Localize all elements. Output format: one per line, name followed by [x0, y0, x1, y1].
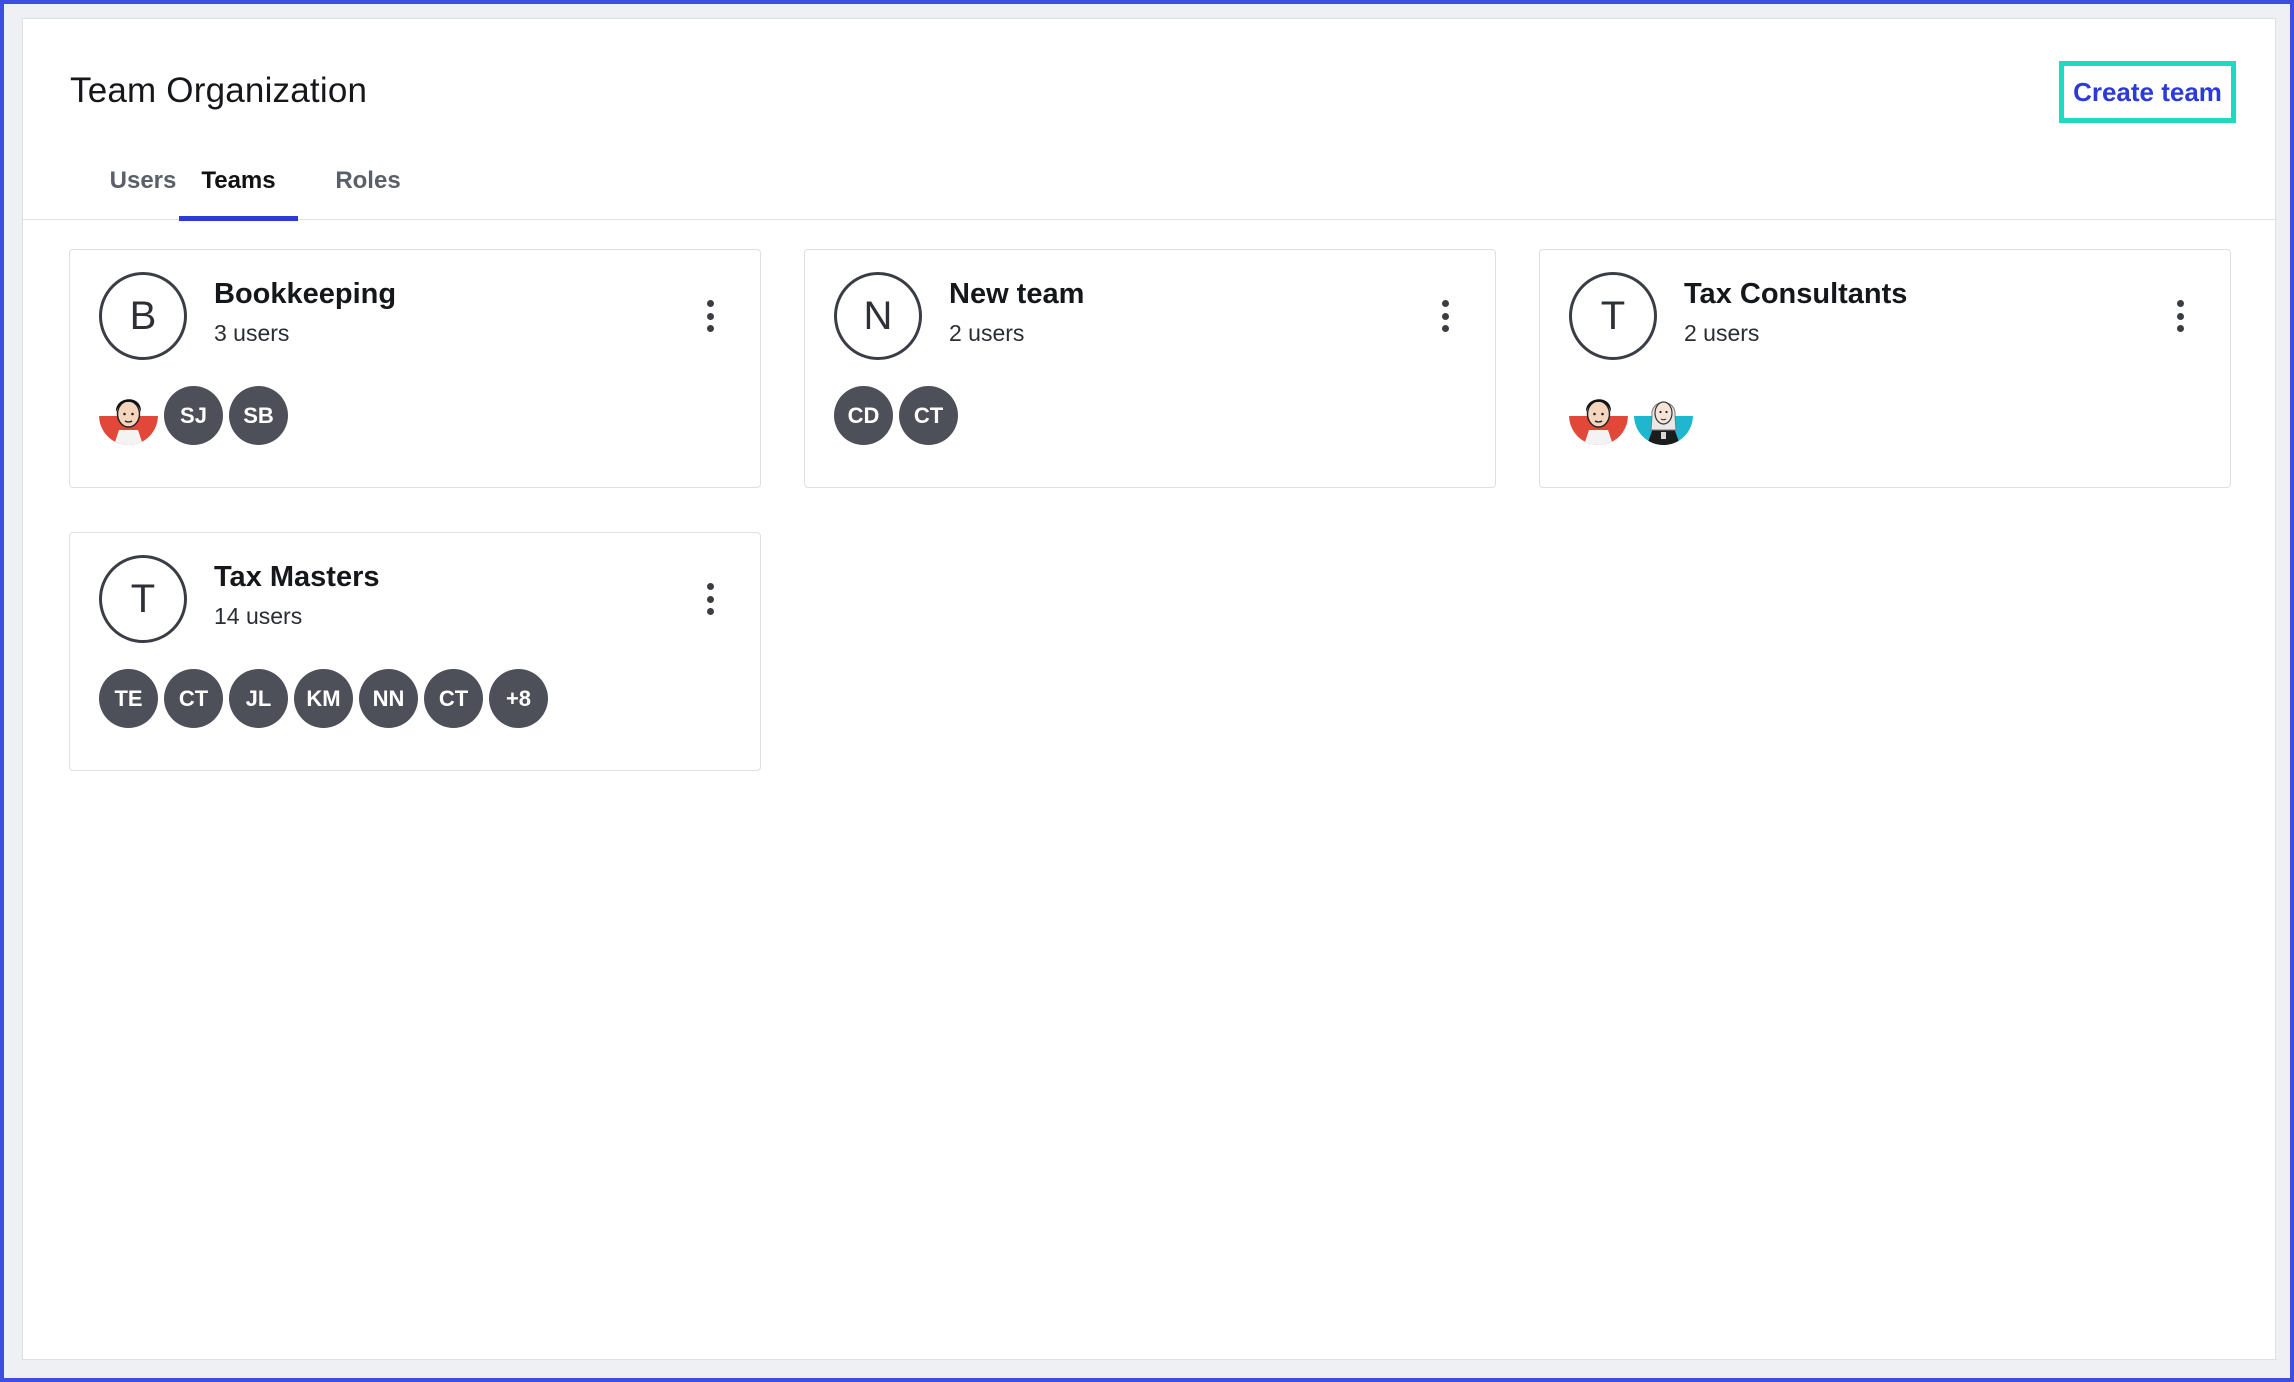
page-title: Team Organization: [70, 71, 368, 110]
member-avatar[interactable]: CT: [899, 386, 958, 445]
man-portrait-icon[interactable]: [99, 386, 158, 445]
more-options-icon[interactable]: [698, 577, 722, 621]
member-avatar[interactable]: CT: [164, 669, 223, 728]
more-options-icon[interactable]: [2168, 294, 2192, 338]
more-members-badge[interactable]: +8: [489, 669, 548, 728]
tab-label: Roles: [335, 167, 401, 194]
tab-roles[interactable]: Roles: [317, 145, 419, 220]
more-options-icon[interactable]: [698, 294, 722, 338]
member-avatars: CD CT: [834, 386, 958, 445]
tab-label: Teams: [201, 167, 276, 194]
team-card-tax-masters[interactable]: T Tax Masters 14 users TE CT JL KM NN CT…: [69, 532, 761, 771]
team-name: Tax Consultants: [1684, 278, 1908, 310]
tab-teams[interactable]: Teams: [179, 145, 298, 221]
member-avatars: TE CT JL KM NN CT +8: [99, 669, 548, 728]
team-initial-avatar: T: [1569, 272, 1657, 360]
team-card-tax-consultants[interactable]: T Tax Consultants 2 users: [1539, 249, 2231, 488]
member-avatar[interactable]: SJ: [164, 386, 223, 445]
create-team-button[interactable]: Create team: [2059, 61, 2236, 123]
team-card-new-team[interactable]: N New team 2 users CD CT: [804, 249, 1496, 488]
member-avatar[interactable]: CT: [424, 669, 483, 728]
member-avatars: [1569, 386, 1693, 445]
team-user-count: 2 users: [1684, 320, 1760, 346]
team-user-count: 2 users: [949, 320, 1025, 346]
woman-portrait-icon[interactable]: [1634, 386, 1693, 445]
member-avatar[interactable]: SB: [229, 386, 288, 445]
member-avatars: SJ SB: [99, 386, 288, 445]
member-avatar[interactable]: JL: [229, 669, 288, 728]
member-avatar[interactable]: KM: [294, 669, 353, 728]
active-tab-indicator: [179, 216, 298, 221]
team-initial-avatar: N: [834, 272, 922, 360]
team-organization-panel: Team Organization Create team Users Team…: [22, 18, 2276, 1360]
member-avatar[interactable]: TE: [99, 669, 158, 728]
man-portrait-icon[interactable]: [1569, 386, 1628, 445]
team-name: New team: [949, 278, 1085, 310]
team-name: Tax Masters: [214, 561, 380, 593]
window-frame: Team Organization Create team Users Team…: [0, 0, 2294, 1382]
team-initial-avatar: T: [99, 555, 187, 643]
tab-bar: Users Teams Roles: [23, 145, 2275, 221]
tab-label: Users: [109, 167, 177, 194]
team-initial-avatar: B: [99, 272, 187, 360]
team-user-count: 3 users: [214, 320, 290, 346]
team-user-count: 14 users: [214, 603, 303, 629]
member-avatar[interactable]: CD: [834, 386, 893, 445]
member-avatar[interactable]: NN: [359, 669, 418, 728]
team-card-bookkeeping[interactable]: B Bookkeeping 3 users SJ SB: [69, 249, 761, 488]
more-options-icon[interactable]: [1433, 294, 1457, 338]
team-name: Bookkeeping: [214, 278, 397, 310]
